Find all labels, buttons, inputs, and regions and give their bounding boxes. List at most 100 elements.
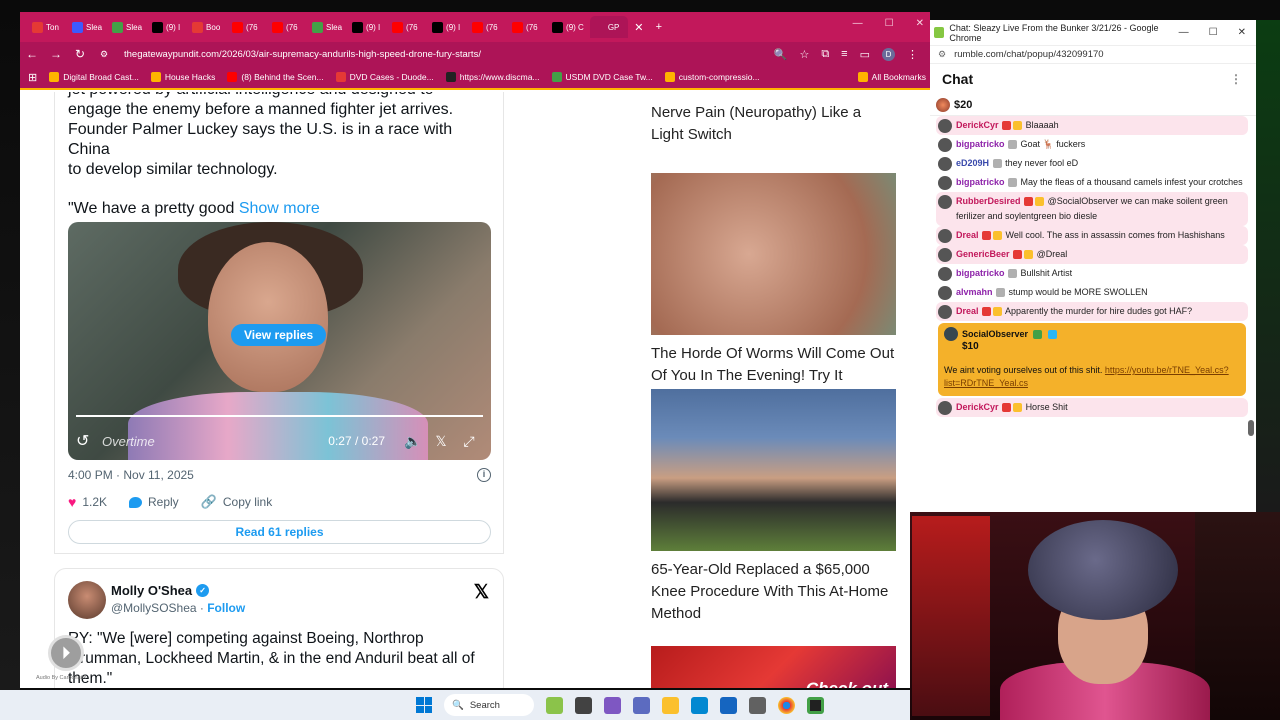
video-player[interactable]: View replies ↺ Overtime 0:27 / 0:27 🔈 𝕏 … xyxy=(68,222,491,460)
chat-url[interactable]: rumble.com/chat/popup/432099170 xyxy=(954,49,1103,60)
zoom-icon[interactable]: 🔍 xyxy=(774,48,788,61)
browser-tab[interactable]: (76 xyxy=(388,16,426,38)
bookmark-item[interactable]: custom-compressio... xyxy=(664,72,760,82)
show-more-link[interactable]: Show more xyxy=(239,200,320,217)
side-panel-icon[interactable]: ▭ xyxy=(860,48,870,61)
chat-message[interactable]: eD209H they never fool eD xyxy=(936,154,1248,173)
chat-message[interactable]: GenericBeer @Dreal xyxy=(936,245,1248,264)
ad-item[interactable]: 65-Year-Old Replaced a $65,000 Knee Proc… xyxy=(651,381,897,625)
task-view-icon[interactable] xyxy=(575,696,592,714)
bookmark-item[interactable]: USDM DVD Case Tw... xyxy=(551,72,653,82)
chat-username[interactable]: bigpatricko xyxy=(956,139,1005,149)
replay-icon[interactable]: ↺ xyxy=(76,431,96,451)
rant-username[interactable]: SocialObserver xyxy=(962,329,1028,339)
apps-icon[interactable]: ⊞ xyxy=(28,71,37,84)
avatar[interactable] xyxy=(938,176,952,190)
avatar[interactable] xyxy=(938,267,952,281)
address-bar[interactable]: thegatewaypundit.com/2026/03/air-suprema… xyxy=(124,49,774,60)
chat-username[interactable]: bigpatricko xyxy=(956,268,1005,278)
bookmark-item[interactable]: All Bookmarks xyxy=(857,72,930,82)
menu-icon[interactable]: ⋮ xyxy=(907,48,918,61)
ad-item[interactable]: Nerve Pain (Neuropathy) Like a Light Swi… xyxy=(651,102,891,146)
audio-widget-icon[interactable]: ⏵ xyxy=(48,635,84,671)
site-info-icon[interactable]: ⚙ xyxy=(938,49,946,60)
browser-tab[interactable]: Slea xyxy=(308,16,346,38)
close-icon[interactable]: ✕ xyxy=(916,18,924,29)
minimize-icon[interactable]: — xyxy=(1179,27,1189,38)
app-icon[interactable] xyxy=(749,696,766,714)
chat-message[interactable]: Dreal Apparently the murder for hire dud… xyxy=(936,302,1248,321)
maximize-icon[interactable]: ☐ xyxy=(1209,27,1218,38)
tab-close-icon[interactable]: ✕ xyxy=(630,21,648,34)
reply-button[interactable]: Reply xyxy=(129,495,179,509)
chat-menu-icon[interactable]: ⋮ xyxy=(1230,72,1242,86)
read-replies-button[interactable]: Read 61 replies xyxy=(68,520,491,544)
info-icon[interactable]: i xyxy=(477,468,491,482)
file-explorer-icon[interactable] xyxy=(662,696,679,714)
avatar[interactable] xyxy=(938,305,952,319)
ad-image[interactable]: Check out xyxy=(651,646,896,688)
maximize-icon[interactable]: ☐ xyxy=(885,18,894,29)
profile-avatar[interactable]: D xyxy=(882,47,895,61)
chat-username[interactable]: bigpatricko xyxy=(956,177,1005,187)
browser-tab[interactable]: (76 xyxy=(468,16,506,38)
chat-message[interactable]: Dreal Well cool. The ass in assassin com… xyxy=(936,226,1248,245)
like-button[interactable]: ♥ 1.2K xyxy=(68,494,107,510)
chat-username[interactable]: RubberDesired xyxy=(956,196,1021,206)
bookmark-item[interactable]: https://www.discma... xyxy=(445,72,540,82)
browser-tab[interactable]: (9) I xyxy=(148,16,186,38)
chat-scrollbar[interactable] xyxy=(1248,158,1254,508)
avatar[interactable] xyxy=(938,401,952,415)
taskbar-search[interactable]: 🔍 Search xyxy=(444,694,534,716)
browser-tab[interactable]: Slea xyxy=(108,16,146,38)
video-progress-bar[interactable] xyxy=(76,415,483,417)
browser-tab[interactable]: Slea xyxy=(68,16,106,38)
chat-username[interactable]: DerickCyr xyxy=(956,402,999,412)
chat-message[interactable]: bigpatricko May the fleas of a thousand … xyxy=(936,173,1248,192)
chat-username[interactable]: Dreal xyxy=(956,306,979,316)
copy-link-button[interactable]: 🔗 Copy link xyxy=(201,494,273,510)
bookmark-item[interactable]: Digital Broad Cast... xyxy=(49,72,139,82)
close-icon[interactable]: ✕ xyxy=(1238,27,1246,38)
extensions-icon[interactable]: ⧉ xyxy=(821,48,829,61)
new-tab-icon[interactable]: + xyxy=(650,21,668,33)
view-replies-button[interactable]: View replies xyxy=(231,324,327,346)
tweet2-handle[interactable]: @MollySOShea xyxy=(111,601,197,615)
minimize-icon[interactable]: — xyxy=(853,18,863,29)
browser-tab[interactable]: (9) I xyxy=(348,16,386,38)
browser-tab[interactable]: (76 xyxy=(268,16,306,38)
fullscreen-icon[interactable]: ⤢ xyxy=(455,433,483,450)
chat-username[interactable]: GenericBeer xyxy=(956,249,1010,259)
reload-icon[interactable]: ↻ xyxy=(68,47,92,61)
forward-icon[interactable]: → xyxy=(44,47,68,61)
ad-item[interactable]: The Horde Of Worms Will Come Out Of You … xyxy=(651,165,897,387)
tweet-timestamp[interactable]: 4:00 PM · Nov 11, 2025 xyxy=(68,468,194,482)
browser-tab[interactable]: (76 xyxy=(508,16,546,38)
bookmark-star-icon[interactable]: ☆ xyxy=(799,48,809,61)
chat-username[interactable]: Dreal xyxy=(956,230,979,240)
copilot-icon[interactable] xyxy=(604,696,621,714)
store-icon[interactable] xyxy=(720,696,737,714)
site-info-icon[interactable]: ⚙ xyxy=(92,49,116,60)
ad-title[interactable]: Nerve Pain (Neuropathy) Like a Light Swi… xyxy=(651,102,891,146)
chrome-icon[interactable] xyxy=(778,696,795,714)
widgets-icon[interactable] xyxy=(546,696,563,714)
tweet2-author[interactable]: Molly O'Shea ✓ xyxy=(111,583,210,598)
chat-username[interactable]: alvmahn xyxy=(956,287,993,297)
windows-start-icon[interactable] xyxy=(416,697,432,713)
app-icon-green[interactable] xyxy=(807,696,824,714)
edge-icon[interactable] xyxy=(691,696,708,714)
browser-tab[interactable]: Ton xyxy=(28,16,66,38)
browser-tab[interactable]: (9) C xyxy=(548,16,588,38)
teams-icon[interactable] xyxy=(633,696,650,714)
avatar[interactable] xyxy=(938,157,952,171)
avatar[interactable] xyxy=(938,195,952,209)
chat-message[interactable]: DerickCyr Blaaaah xyxy=(936,116,1248,135)
chat-message[interactable]: RubberDesired @SocialObserver we can mak… xyxy=(936,192,1248,226)
back-icon[interactable]: ← xyxy=(20,47,44,61)
ad-image[interactable] xyxy=(651,173,896,335)
avatar[interactable] xyxy=(938,286,952,300)
x-logo-icon[interactable]: 𝕏 xyxy=(474,581,489,604)
avatar[interactable] xyxy=(938,119,952,133)
chat-username[interactable]: DerickCyr xyxy=(956,120,999,130)
